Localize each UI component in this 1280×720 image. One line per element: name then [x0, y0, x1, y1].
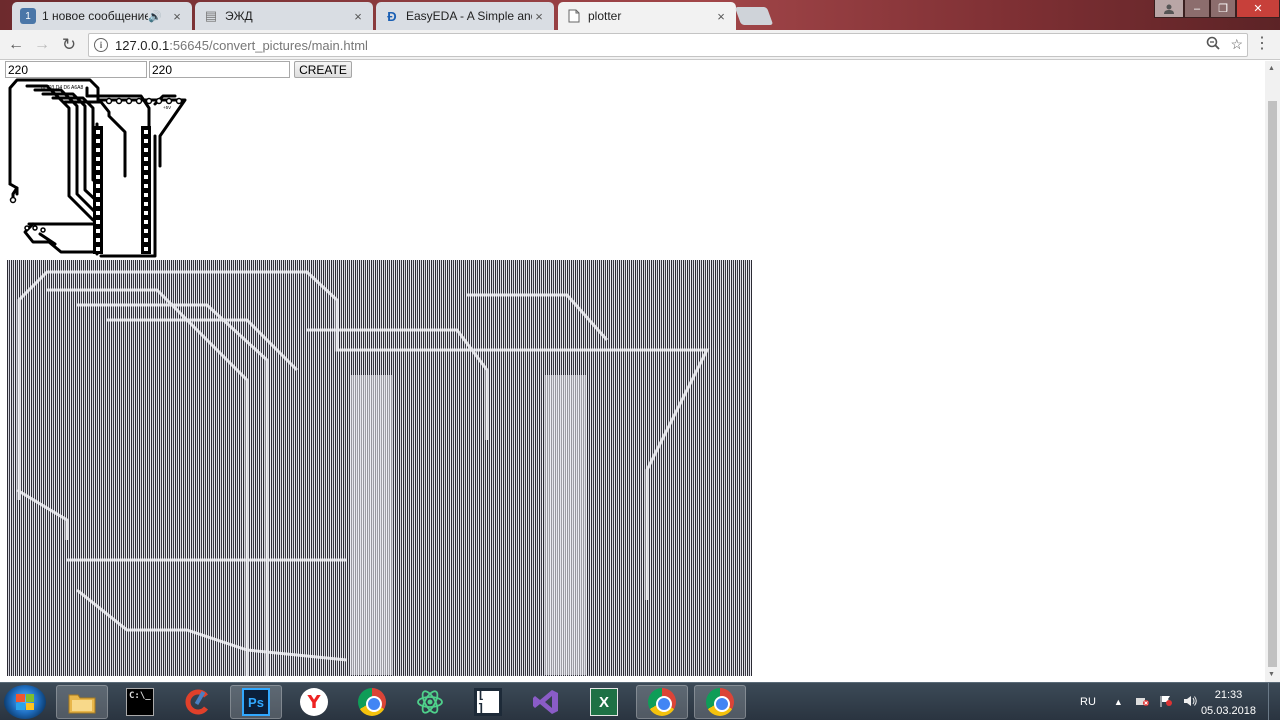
scrollbar-thumb[interactable] — [1268, 101, 1277, 667]
new-tab-button[interactable] — [734, 7, 774, 25]
pcb-preview-image: a2 D3 D4 D6 A6A8 +5V — [8, 78, 187, 258]
taskbar-chrome-1[interactable] — [346, 685, 398, 719]
address-bar[interactable]: i 127.0.0.1:56645/convert_pictures/main.… — [88, 33, 1248, 57]
forward-button[interactable]: → — [31, 34, 53, 56]
ccleaner-icon — [184, 688, 212, 716]
language-indicator[interactable]: RU — [1080, 696, 1096, 708]
window-controls: – ❐ ✕ — [1154, 0, 1280, 18]
scroll-down-icon[interactable]: ▼ — [1268, 671, 1275, 678]
taskbar-chrome-3[interactable] — [694, 685, 746, 719]
visual-studio-icon — [532, 688, 560, 716]
bookmark-star-icon[interactable]: ☆ — [1230, 36, 1243, 53]
browser-menu-icon[interactable]: ⋮ — [1254, 36, 1270, 52]
show-desktop-button[interactable] — [1268, 683, 1280, 720]
tab-strip: 1 1 новое сообщение 🔊 × ▤ ЭЖД × Ð EasyED… — [0, 0, 1280, 30]
page-content: CREATE — [0, 61, 1265, 682]
windows-taskbar: C:\_ Ps Y [ ] X RU ▲ 21:33 05.03.2018 — [0, 682, 1280, 720]
power-label: +5V — [163, 105, 171, 110]
plot-trace-overlay — [16, 270, 710, 676]
taskbar-chrome-2[interactable] — [636, 685, 688, 719]
tab-close-icon[interactable]: × — [351, 9, 365, 24]
scroll-up-icon[interactable]: ▲ — [1268, 65, 1275, 72]
taskbar-visual-studio[interactable] — [520, 685, 572, 719]
tab-close-icon[interactable]: × — [532, 9, 546, 24]
back-button[interactable]: ← — [5, 34, 27, 56]
document-favicon-icon: ▤ — [204, 8, 218, 23]
audio-playing-icon[interactable]: 🔊 — [148, 10, 162, 23]
create-button[interactable]: CREATE — [294, 61, 352, 78]
taskbar-atom[interactable] — [404, 685, 456, 719]
tab-easyeda[interactable]: Ð EasyEDA - A Simple and × — [376, 2, 554, 30]
system-tray: RU ▲ — [1080, 683, 1197, 720]
terminal-icon: C:\_ — [126, 688, 154, 716]
vk-favicon-icon: 1 — [20, 8, 36, 24]
page-scrollbar[interactable]: ▲ ▼ — [1265, 61, 1280, 682]
user-icon — [1164, 4, 1174, 14]
url-path: :56645/convert_pictures/main.html — [169, 37, 368, 53]
tab-close-icon[interactable]: × — [170, 9, 184, 24]
clock-date: 05.03.2018 — [1200, 705, 1256, 717]
taskbar-yandex-browser[interactable]: Y — [288, 685, 340, 719]
windows-logo-icon — [16, 694, 34, 710]
tab-close-icon[interactable]: × — [714, 9, 728, 24]
excel-icon: X — [590, 688, 618, 716]
chrome-icon — [358, 688, 386, 716]
tab-title: plotter — [588, 9, 622, 23]
folder-icon — [68, 688, 96, 716]
maximize-button[interactable]: ❐ — [1210, 0, 1236, 18]
clock-time: 21:33 — [1214, 689, 1243, 701]
zoom-icon[interactable] — [1206, 36, 1221, 53]
easyeda-favicon-icon: Ð — [387, 8, 397, 24]
photoshop-icon: Ps — [242, 688, 270, 716]
pin-labels: a2 D3 D4 D6 A6A8 — [41, 85, 83, 91]
show-hidden-icons[interactable]: ▲ — [1114, 697, 1123, 707]
taskbar-excel[interactable]: X — [578, 685, 630, 719]
taskbar-command-prompt[interactable]: C:\_ — [114, 685, 166, 719]
page-favicon-icon — [566, 8, 582, 24]
chrome-icon — [706, 688, 734, 716]
taskbar-photoshop[interactable]: Ps — [230, 685, 282, 719]
tab-title: 1 новое сообщение — [42, 9, 149, 23]
network-icon[interactable] — [1135, 695, 1149, 710]
taskbar-ccleaner[interactable] — [172, 685, 224, 719]
url-host: 127.0.0.1 — [115, 37, 170, 53]
taskbar-file-explorer[interactable] — [56, 685, 108, 719]
atom-icon — [416, 688, 444, 716]
tab-vk-messages[interactable]: 1 1 новое сообщение 🔊 × — [12, 2, 192, 30]
brackets-icon: [ ] — [474, 687, 502, 717]
yandex-icon: Y — [300, 688, 328, 716]
browser-toolbar: ← → ↻ i 127.0.0.1:56645/convert_pictures… — [0, 30, 1280, 60]
chrome-icon — [648, 688, 676, 716]
tab-title: EasyEDA - A Simple and — [406, 9, 532, 23]
plotter-output-image — [7, 260, 752, 676]
close-window-button[interactable]: ✕ — [1236, 0, 1280, 18]
minimize-button[interactable]: – — [1184, 0, 1210, 18]
site-info-icon[interactable]: i — [94, 38, 108, 52]
volume-icon[interactable] — [1183, 695, 1197, 710]
reload-button[interactable]: ↻ — [58, 34, 80, 56]
taskbar-clock[interactable]: 21:33 05.03.2018 — [1201, 687, 1256, 719]
tab-title: ЭЖД — [225, 9, 253, 23]
tab-ezhd[interactable]: ▤ ЭЖД × — [195, 2, 373, 30]
flag-icon[interactable] — [1159, 695, 1173, 710]
taskbar-brackets[interactable]: [ ] — [462, 685, 514, 719]
tab-plotter[interactable]: plotter × — [558, 2, 736, 30]
profile-button[interactable] — [1154, 0, 1184, 18]
start-button[interactable] — [4, 685, 46, 719]
